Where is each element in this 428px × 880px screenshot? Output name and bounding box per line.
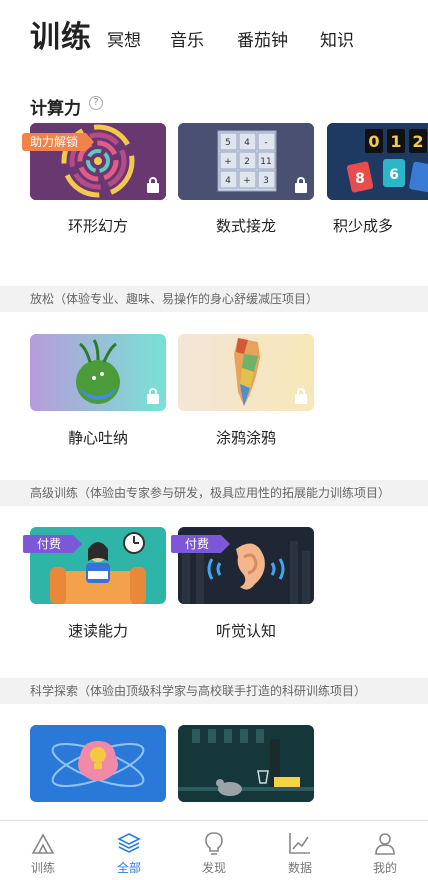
card-label-calm-breathing: 静心吐纳 (67, 429, 128, 447)
tab-training[interactable]: 训练 (30, 12, 92, 56)
card-calm-breathing[interactable] (30, 334, 166, 411)
layers-icon (117, 833, 141, 853)
nav-label-data: 数据 (287, 861, 312, 875)
card-number-chain[interactable]: 5 4 - + 2 11 4 + 3 (178, 123, 314, 200)
nav-label-mine: 我的 (372, 861, 397, 875)
grid-cell: - (264, 138, 267, 148)
globe-plant-illustration (30, 334, 166, 411)
card-digit: 8 (355, 171, 365, 187)
digit: 0 (368, 132, 379, 151)
nav-mine[interactable]: 我的 (342, 821, 428, 880)
nav-label-discover: 发现 (201, 861, 226, 875)
doodle-map-illustration (178, 334, 314, 411)
lock-icon (295, 177, 307, 193)
card-label-accumulate: 积少成多 (333, 217, 394, 235)
grid-cell: 5 (225, 138, 231, 148)
lock-icon (295, 388, 307, 404)
chart-icon (289, 833, 310, 854)
tab-pomodoro[interactable]: 番茄钟 (237, 26, 288, 51)
card-label-number-chain: 数式接龙 (215, 217, 276, 235)
digit: 2 (412, 132, 423, 151)
card-digit: 6 (389, 167, 399, 183)
digit-cards-illustration: 0 1 2 8 6 (327, 123, 428, 200)
number-grid-illustration: 5 4 - + 2 11 4 + 3 (178, 123, 314, 200)
bulb-icon (205, 832, 223, 855)
grid-cell: + (243, 176, 251, 186)
lock-icon (147, 177, 159, 193)
unlock-help-badge: 助力解锁 (22, 133, 95, 151)
top-tab-bar: 训练 冥想 音乐 番茄钟 知识 (0, 0, 428, 70)
tab-knowledge[interactable]: 知识 (320, 26, 354, 51)
bottom-nav: 训练 全部 发现 数据 我的 (0, 820, 428, 880)
card-doodle[interactable] (178, 334, 314, 411)
card-label-ring-magic: 环形幻方 (67, 217, 128, 235)
card-bar-science[interactable] (178, 725, 314, 802)
card-brain-science[interactable] (30, 725, 166, 802)
grid-cell: + (224, 157, 232, 167)
bar-scene-illustration (178, 725, 314, 802)
paid-badge: 付费 (23, 535, 83, 553)
tab-music[interactable]: 音乐 (170, 26, 204, 51)
nav-discover[interactable]: 发现 (171, 821, 257, 880)
paid-badge: 付费 (171, 535, 231, 553)
section-relax-header: 放松（体验专业、趣味、易操作的身心舒缓减压项目） (0, 286, 428, 312)
grid-cell: 4 (225, 176, 231, 186)
brain-bulb-illustration (30, 725, 166, 802)
card-label-doodle: 涂鸦涂鸦 (215, 429, 276, 447)
section-science-header: 科学探索（体验由顶级科学家与高校联手打造的科研训练项目） (0, 678, 428, 704)
nav-training[interactable]: 训练 (0, 821, 86, 880)
section-advanced-header: 高级训练（体验由专家参与研发，极具应用性的拓展能力训练项目） (0, 480, 428, 506)
user-icon (375, 833, 395, 855)
grid-cell: 3 (263, 176, 269, 186)
section-title-calc: 计算力 (30, 99, 81, 119)
nav-data[interactable]: 数据 (257, 821, 343, 880)
help-icon[interactable]: ? (89, 96, 103, 110)
grid-cell: 2 (244, 157, 250, 167)
nav-all[interactable]: 全部 (86, 821, 172, 880)
grid-cell: 4 (244, 138, 250, 148)
grid-cell: 11 (260, 157, 271, 167)
lock-icon (147, 388, 159, 404)
nav-label-training: 训练 (30, 861, 55, 875)
card-label-speed-reading: 速读能力 (67, 622, 128, 640)
nav-label-all: 全部 (116, 861, 141, 875)
card-label-auditory: 听觉认知 (215, 622, 276, 640)
tab-meditation[interactable]: 冥想 (107, 26, 141, 51)
card-accumulate[interactable]: 0 1 2 8 6 (327, 123, 428, 200)
tent-icon (31, 833, 55, 854)
digit: 1 (390, 132, 401, 151)
